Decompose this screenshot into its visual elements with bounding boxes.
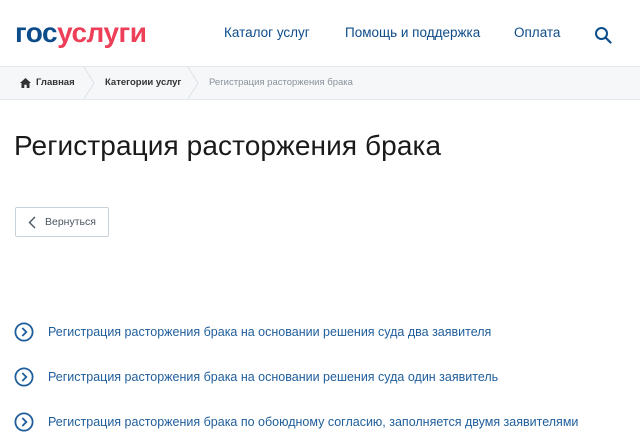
logo-part-gos: гос [15, 17, 58, 48]
chevron-circle-right-icon [14, 412, 34, 432]
breadcrumb-separator-icon [83, 67, 95, 99]
page-title: Регистрация расторжения брака [14, 130, 442, 161]
service-link-court-one-applicant[interactable]: Регистрация расторжения брака на основан… [14, 365, 624, 389]
nav-catalog[interactable]: Каталог услуг [224, 25, 310, 40]
chevron-circle-right-icon [14, 322, 34, 342]
site-header: госуслуги Каталог услуг Помощь и поддерж… [0, 0, 640, 66]
service-link-mutual-consent[interactable]: Регистрация расторжения брака по обоюдно… [14, 410, 624, 434]
home-icon[interactable] [20, 78, 31, 88]
service-link-label: Регистрация расторжения брака на основан… [48, 370, 499, 384]
breadcrumb-home[interactable]: Главная [36, 67, 75, 99]
service-link-court-two-applicants[interactable]: Регистрация расторжения брака на основан… [14, 320, 624, 344]
logo-part-uslugi: услуги [57, 17, 147, 48]
service-link-label: Регистрация расторжения брака по обоюдно… [48, 415, 579, 429]
search-icon[interactable] [594, 26, 612, 44]
breadcrumb-current: Регистрация расторжения брака [209, 77, 353, 88]
breadcrumb: Главная Категории услуг Регистрация раст… [0, 66, 640, 100]
chevron-circle-right-icon [14, 367, 34, 387]
nav-help[interactable]: Помощь и поддержка [345, 25, 480, 40]
service-link-label: Регистрация расторжения брака на основан… [48, 325, 492, 339]
nav-payment[interactable]: Оплата [514, 25, 560, 40]
chevron-left-icon [28, 216, 36, 229]
back-button[interactable]: Вернуться [15, 207, 109, 237]
breadcrumb-categories[interactable]: Категории услуг [105, 67, 181, 99]
breadcrumb-separator-icon [187, 67, 199, 99]
gosuslugi-logo[interactable]: госуслуги [15, 17, 147, 49]
back-button-label: Вернуться [45, 216, 96, 228]
